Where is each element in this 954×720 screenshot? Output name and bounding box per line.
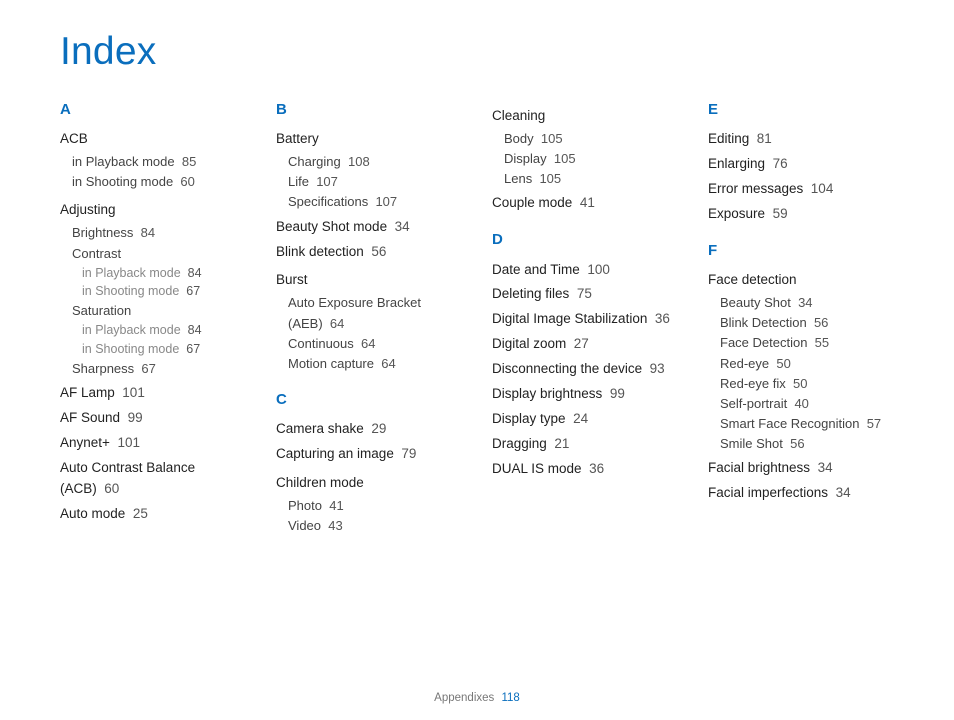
index-entry: Deleting files 75: [492, 284, 682, 305]
index-subentry: Display 105: [492, 149, 682, 169]
index-entry-head: Cleaning: [492, 106, 682, 127]
index-entry: Facial imperfections 34: [708, 483, 898, 504]
index-entry-head: ACB: [60, 129, 250, 150]
index-subentry: Red-eye 50: [708, 354, 898, 374]
index-entry: Digital Image Stabilization 36: [492, 309, 682, 330]
index-sub2entry: in Shooting mode 67: [60, 340, 250, 359]
index-letter: D: [492, 228, 682, 251]
index-subentry: Blink Detection 56: [708, 313, 898, 333]
page-title: Index: [60, 30, 898, 74]
index-column: B BatteryCharging 108Life 107Specificatio…: [276, 98, 466, 536]
index-entry: Camera shake 29: [276, 419, 466, 440]
index-entry: Display type 24: [492, 409, 682, 430]
index-subentry: Photo 41: [276, 496, 466, 516]
index-subentry: Sharpness 67: [60, 359, 250, 379]
index-entry: Auto mode 25: [60, 504, 250, 525]
index-entry: AF Lamp 101: [60, 383, 250, 404]
index-entry: Auto Contrast Balance (ACB) 60: [60, 458, 250, 500]
index-entry: Error messages 104: [708, 179, 898, 200]
index-subentry: Lens 105: [492, 169, 682, 189]
index-entry: Facial brightness 34: [708, 458, 898, 479]
index-sub2entry: in Playback mode 84: [60, 264, 250, 283]
index-subentry: Specifications 107: [276, 192, 466, 212]
index-sub2entry: in Playback mode 84: [60, 321, 250, 340]
index-column: AACBin Playback mode 85in Shooting mode …: [60, 98, 250, 536]
index-subentry: Brightness 84: [60, 223, 250, 243]
index-entry-head: Adjusting: [60, 200, 250, 221]
index-entry: Beauty Shot mode 34: [276, 217, 466, 238]
footer: Appendixes 118: [0, 692, 954, 704]
index-letter: B: [276, 98, 466, 121]
index-entry: Capturing an image 79: [276, 444, 466, 465]
index-subentry: Auto Exposure Bracket (AEB) 64: [276, 293, 466, 333]
index-subentry: Smile Shot 56: [708, 434, 898, 454]
index-entry: Couple mode 41: [492, 193, 682, 214]
footer-section: Appendixes: [434, 692, 494, 704]
index-subentry: Self-portrait 40: [708, 394, 898, 414]
index-entry: DUAL IS mode 36: [492, 459, 682, 480]
index-column: E Editing 81 Enlarging 76 Error messages 10…: [708, 98, 898, 536]
index-subentry: Red-eye fix 50: [708, 374, 898, 394]
index-subentry: Continuous 64: [276, 334, 466, 354]
index-subentry: Charging 108: [276, 152, 466, 172]
index-subentry: in Playback mode 85: [60, 152, 250, 172]
index-entry: Date and Time 100: [492, 260, 682, 281]
index-entry: Anynet+ 101: [60, 433, 250, 454]
index-entry-head: Battery: [276, 129, 466, 150]
index-entry: Enlarging 76: [708, 154, 898, 175]
index-entry: AF Sound 99: [60, 408, 250, 429]
index-subentry: Motion capture 64: [276, 354, 466, 374]
index-entry: Disconnecting the device 93: [492, 359, 682, 380]
index-subentry: Video 43: [276, 516, 466, 536]
index-columns: AACBin Playback mode 85in Shooting mode …: [60, 98, 898, 536]
index-entry: Blink detection 56: [276, 242, 466, 263]
index-subentry: Face Detection 55: [708, 333, 898, 353]
page: { "title": "Index", "footer": { "section…: [0, 0, 954, 720]
index-letter: E: [708, 98, 898, 121]
index-entry: Digital zoom 27: [492, 334, 682, 355]
index-letter: C: [276, 388, 466, 411]
index-letter: A: [60, 98, 250, 121]
index-entry-head: Children mode: [276, 473, 466, 494]
index-entry-head: Face detection: [708, 270, 898, 291]
index-letter: F: [708, 239, 898, 262]
index-entry: Display brightness 99: [492, 384, 682, 405]
footer-page-number: 118: [501, 692, 519, 704]
index-subentry: in Shooting mode 60: [60, 172, 250, 192]
index-subentry: Smart Face Recognition 57: [708, 414, 898, 434]
index-subentry: Life 107: [276, 172, 466, 192]
index-entry: Dragging 21: [492, 434, 682, 455]
index-subentry: Beauty Shot 34: [708, 293, 898, 313]
index-entry: Exposure 59: [708, 204, 898, 225]
index-subentry: Saturation: [60, 301, 250, 321]
index-entry-head: Burst: [276, 270, 466, 291]
index-subentry: Body 105: [492, 129, 682, 149]
index-column: CleaningBody 105Display 105Lens 105 Coupl…: [492, 98, 682, 536]
index-entry: Editing 81: [708, 129, 898, 150]
index-subentry: Contrast: [60, 244, 250, 264]
index-sub2entry: in Shooting mode 67: [60, 282, 250, 301]
